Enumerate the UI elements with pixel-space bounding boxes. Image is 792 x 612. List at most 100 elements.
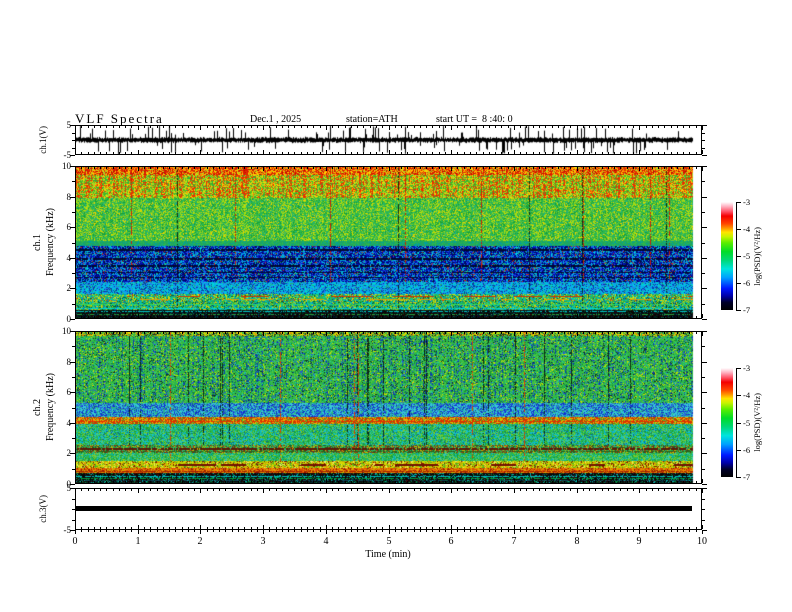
x-tick [157, 126, 158, 128]
y-minor-tick [702, 181, 705, 182]
x-tick [395, 152, 396, 154]
y-tick-label: 8 [66, 192, 72, 202]
x-tick [188, 152, 189, 154]
x-tick [232, 167, 233, 169]
x-tick [414, 527, 415, 529]
x-tick [81, 152, 82, 154]
x-axis-tick [583, 530, 584, 532]
x-tick [696, 167, 697, 169]
x-tick [113, 316, 114, 318]
x-tick [677, 332, 678, 334]
x-tick [432, 527, 433, 529]
x-axis-tick [113, 530, 114, 532]
x-tick [595, 152, 596, 154]
x-tick [501, 167, 502, 169]
y-tick [702, 392, 707, 393]
x-axis-tick [338, 530, 339, 532]
x-tick [395, 126, 396, 128]
x-axis-tick [564, 530, 565, 532]
x-tick [583, 152, 584, 154]
y-minor-tick [702, 509, 705, 510]
x-tick [351, 152, 352, 154]
x-tick [225, 481, 226, 483]
y-minor-tick [72, 520, 75, 521]
y-tick-label: 10 [62, 161, 71, 171]
x-axis-tick [671, 530, 672, 532]
x-tick [671, 527, 672, 529]
x-tick [646, 316, 647, 318]
x-tick [577, 150, 578, 154]
x-tick [395, 489, 396, 491]
x-tick [288, 527, 289, 529]
x-tick [420, 481, 421, 483]
x-tick [514, 126, 515, 130]
x-tick [445, 167, 446, 169]
x-tick [639, 167, 640, 171]
x-tick [483, 489, 484, 491]
x-tick [207, 489, 208, 491]
x-axis-tick [526, 530, 527, 532]
x-tick [395, 316, 396, 318]
x-tick [558, 489, 559, 491]
x-tick [451, 150, 452, 154]
y-minor-tick [702, 133, 705, 134]
x-tick [119, 527, 120, 529]
x-tick [470, 167, 471, 169]
x-tick [338, 332, 339, 334]
x-tick [595, 481, 596, 483]
x-tick [702, 150, 703, 154]
x-tick [332, 527, 333, 529]
x-tick [282, 332, 283, 334]
x-tick [125, 332, 126, 334]
x-tick [94, 489, 95, 491]
x-tick [307, 481, 308, 483]
x-tick [207, 481, 208, 483]
x-tick [219, 126, 220, 128]
x-tick [702, 489, 703, 493]
x-axis-tick [150, 530, 151, 532]
x-tick [100, 489, 101, 491]
x-tick [451, 489, 452, 493]
x-tick [157, 152, 158, 154]
x-tick [113, 527, 114, 529]
x-tick [144, 332, 145, 334]
x-tick [602, 316, 603, 318]
y-minor-tick [72, 243, 75, 244]
x-tick [646, 167, 647, 169]
x-tick [652, 167, 653, 169]
x-tick [483, 481, 484, 483]
x-tick [131, 167, 132, 169]
x-tick [639, 314, 640, 318]
x-tick [131, 332, 132, 334]
x-tick [633, 489, 634, 491]
x-tick [200, 525, 201, 529]
x-tick [702, 126, 703, 130]
x-tick [652, 332, 653, 334]
x-tick [564, 152, 565, 154]
x-tick [294, 527, 295, 529]
x-tick [207, 316, 208, 318]
x-tick [106, 316, 107, 318]
x-tick [257, 489, 258, 491]
x-tick [570, 527, 571, 529]
x-tick [702, 314, 703, 318]
x-tick [94, 152, 95, 154]
x-tick [464, 481, 465, 483]
y-tick [702, 453, 707, 454]
x-tick [558, 126, 559, 128]
y-minor-tick [702, 346, 705, 347]
x-tick [332, 489, 333, 491]
x-axis-tick [276, 530, 277, 532]
colorbar-2-title: log(PSD)(V²/Hz) [750, 368, 764, 477]
x-axis-tick [533, 530, 534, 532]
x-tick [144, 316, 145, 318]
x-tick [652, 489, 653, 491]
x-tick [501, 126, 502, 128]
x-tick [363, 481, 364, 483]
y-minor-tick [702, 408, 705, 409]
x-tick [589, 489, 590, 491]
x-tick [671, 167, 672, 169]
x-tick [426, 316, 427, 318]
x-tick-label: 6 [448, 536, 454, 547]
x-tick [671, 152, 672, 154]
